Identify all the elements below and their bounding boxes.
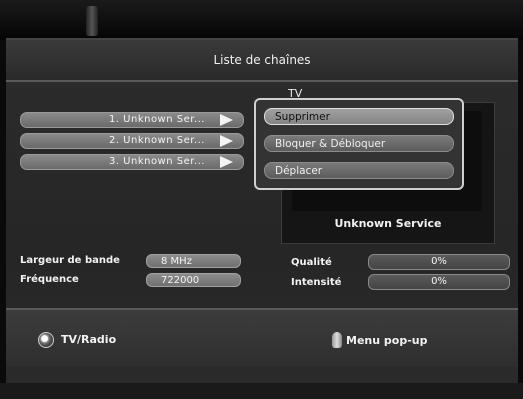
menu-item-bloquer-debloquer[interactable]: Bloquer & Débloquer xyxy=(264,135,454,152)
tv-radio-hint[interactable]: TV/Radio xyxy=(61,333,116,346)
circle-button-icon xyxy=(38,332,54,348)
bandwidth-value: 8 MHz xyxy=(146,254,241,268)
menu-item-supprimer[interactable]: Supprimer xyxy=(264,108,454,125)
popup-menu-hint[interactable]: Menu pop-up xyxy=(346,334,427,347)
channel-label: 2. Unknown Ser... xyxy=(108,135,205,146)
channel-item-3[interactable]: 3. Unknown Ser... xyxy=(20,154,244,170)
channel-list: 1. Unknown Ser... 2. Unknown Ser... 3. U… xyxy=(20,112,244,175)
frequency-label: Fréquence xyxy=(20,274,79,285)
intensity-value: 0% xyxy=(368,274,510,290)
service-name: Unknown Service xyxy=(334,217,442,230)
play-arrow-icon xyxy=(220,114,233,126)
bezel-mark xyxy=(86,6,98,36)
channel-label: 1. Unknown Ser... xyxy=(108,114,205,125)
hand-pointer-icon xyxy=(332,332,342,348)
quality-label: Qualité xyxy=(291,257,332,268)
menu-item-deplacer[interactable]: Déplacer xyxy=(264,162,454,179)
page-title: Liste de chaînes xyxy=(6,40,518,82)
tv-bezel-bottom xyxy=(0,383,523,399)
quality-value: 0% xyxy=(368,254,510,270)
tv-screen: Liste de chaînes TV 1. Unknown Ser... 2.… xyxy=(6,38,518,385)
tv-bezel-top xyxy=(0,0,523,40)
channel-item-2[interactable]: 2. Unknown Ser... xyxy=(20,133,244,149)
bandwidth-label: Largeur de bande xyxy=(20,255,120,266)
frequency-value: 722000 xyxy=(146,273,241,287)
channel-item-1[interactable]: 1. Unknown Ser... xyxy=(20,112,244,128)
popup-menu: Supprimer Bloquer & Débloquer Déplacer xyxy=(254,98,464,190)
play-arrow-icon xyxy=(220,135,233,147)
channel-label: 3. Unknown Ser... xyxy=(108,156,205,167)
play-arrow-icon xyxy=(220,156,233,168)
intensity-label: Intensité xyxy=(291,277,342,288)
footer-bar: TV/Radio Menu pop-up xyxy=(6,308,518,367)
